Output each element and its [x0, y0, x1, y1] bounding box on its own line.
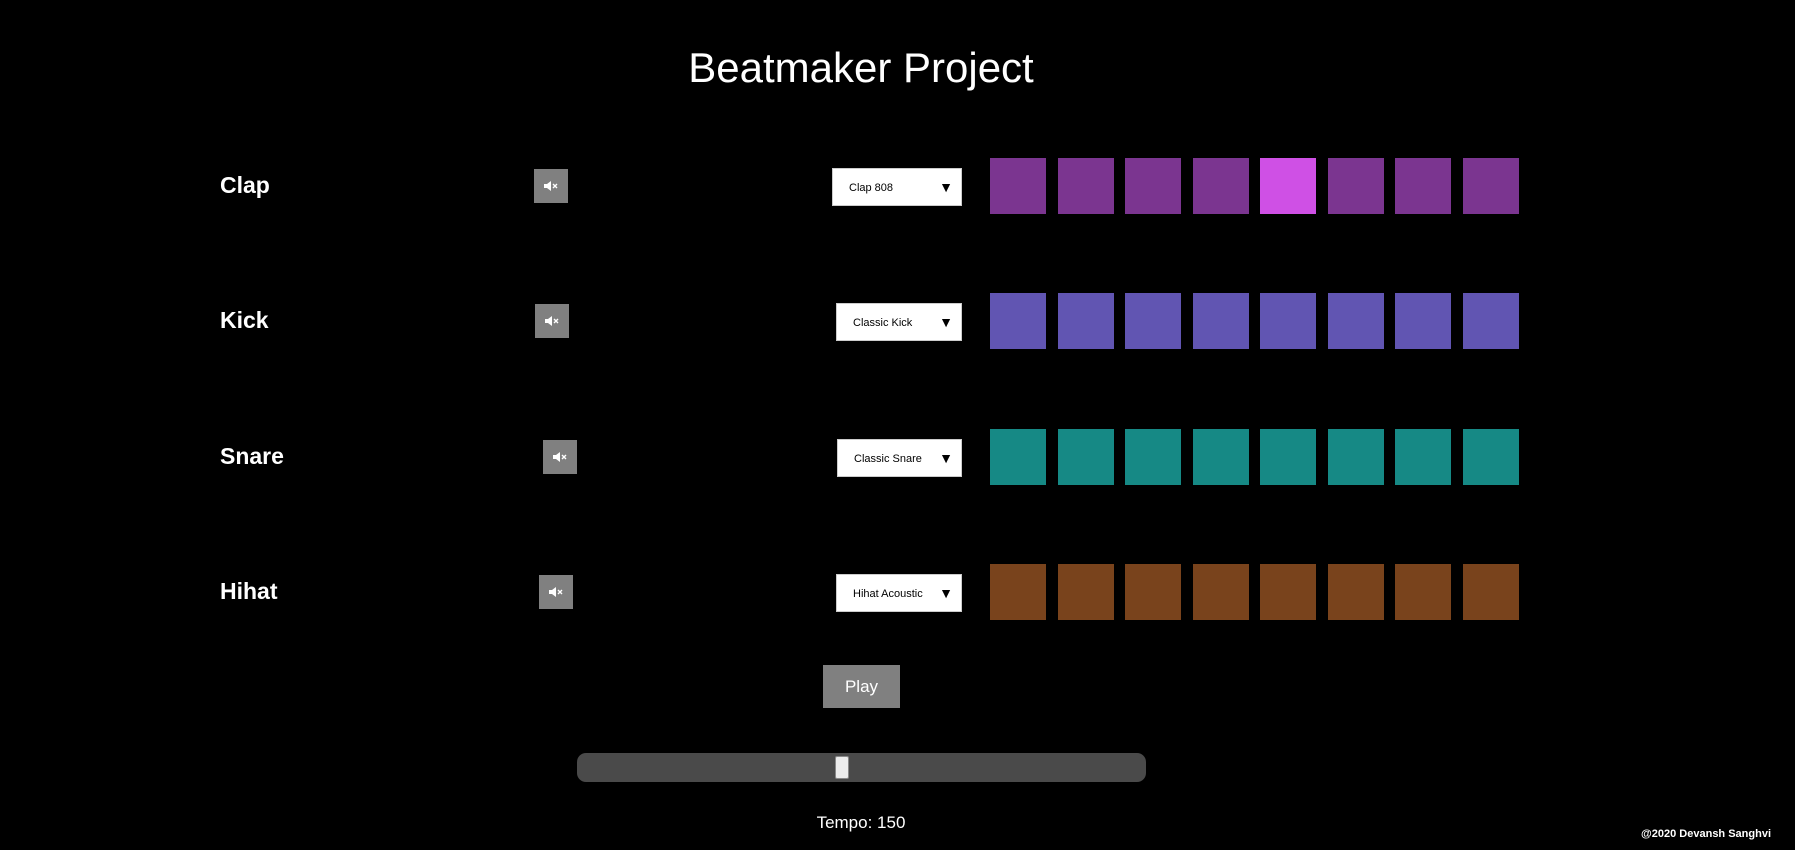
- mute-button[interactable]: [543, 440, 577, 474]
- track-row-clap: Clap Clap 808 ▼: [0, 158, 1795, 214]
- tempo-slider-thumb[interactable]: [835, 756, 849, 779]
- track-row-kick: Kick Classic Kick ▼: [0, 293, 1795, 349]
- step-pad[interactable]: [990, 429, 1046, 485]
- track-name: Clap: [220, 172, 270, 198]
- play-button[interactable]: Play: [823, 665, 900, 708]
- tempo-label: Tempo:: [816, 813, 873, 832]
- sound-select-value: Classic Snare: [854, 453, 922, 465]
- step-pad[interactable]: [1193, 293, 1249, 349]
- page-title: Beatmaker Project: [688, 44, 1034, 91]
- chevron-down-icon: ▼: [939, 314, 953, 330]
- mute-button[interactable]: [539, 575, 573, 609]
- mute-speaker-icon: [549, 586, 563, 598]
- step-pad[interactable]: [990, 564, 1046, 620]
- step-pad[interactable]: [1125, 564, 1181, 620]
- step-pad[interactable]: [1193, 158, 1249, 214]
- step-pad[interactable]: [1463, 158, 1519, 214]
- mute-speaker-icon: [553, 451, 567, 463]
- track-name: Kick: [220, 307, 269, 333]
- track-name: Hihat: [220, 578, 278, 604]
- step-pad[interactable]: [1125, 158, 1181, 214]
- mute-speaker-icon: [545, 315, 559, 327]
- step-pad[interactable]: [1058, 429, 1114, 485]
- step-pad[interactable]: [1395, 429, 1451, 485]
- step-pad[interactable]: [1328, 429, 1384, 485]
- step-pad[interactable]: [1395, 564, 1451, 620]
- sound-select-value: Classic Kick: [853, 317, 913, 329]
- sound-select-value: Hihat Acoustic: [853, 588, 923, 600]
- chevron-down-icon: ▼: [939, 585, 953, 601]
- step-pad[interactable]: [1125, 293, 1181, 349]
- step-pad[interactable]: [1260, 158, 1316, 214]
- step-pad[interactable]: [1058, 158, 1114, 214]
- step-pad[interactable]: [1463, 293, 1519, 349]
- track-row-snare: Snare Classic Snare ▼: [0, 429, 1795, 485]
- step-pad[interactable]: [1395, 158, 1451, 214]
- step-pad[interactable]: [1058, 564, 1114, 620]
- sound-select[interactable]: Classic Kick ▼: [836, 303, 962, 341]
- step-pad[interactable]: [990, 158, 1046, 214]
- step-pad[interactable]: [1260, 429, 1316, 485]
- track-name: Snare: [220, 443, 284, 469]
- step-pad[interactable]: [1395, 293, 1451, 349]
- sound-select[interactable]: Classic Snare ▼: [837, 439, 962, 477]
- beatmaker-page: Beatmaker Project Clap Clap 808 ▼ Kick C…: [0, 0, 1795, 850]
- step-pad[interactable]: [1463, 564, 1519, 620]
- step-pad[interactable]: [1328, 293, 1384, 349]
- mute-button[interactable]: [535, 304, 569, 338]
- step-pad[interactable]: [1328, 158, 1384, 214]
- sound-select[interactable]: Clap 808 ▼: [832, 168, 962, 206]
- sound-select-value: Clap 808: [849, 182, 894, 194]
- step-pad[interactable]: [1125, 429, 1181, 485]
- tempo-slider[interactable]: [577, 753, 1146, 782]
- mute-button[interactable]: [534, 169, 568, 203]
- step-pad[interactable]: [1193, 429, 1249, 485]
- sound-select[interactable]: Hihat Acoustic ▼: [836, 574, 962, 612]
- step-pad[interactable]: [1328, 564, 1384, 620]
- footer-credit: @2020 Devansh Sanghvi: [1641, 828, 1771, 840]
- step-pad[interactable]: [1058, 293, 1114, 349]
- chevron-down-icon: ▼: [939, 450, 953, 466]
- step-pad[interactable]: [1193, 564, 1249, 620]
- mute-speaker-icon: [544, 180, 558, 192]
- step-pad[interactable]: [990, 293, 1046, 349]
- tempo-value: 150: [877, 813, 906, 832]
- chevron-down-icon: ▼: [939, 179, 953, 195]
- step-pad[interactable]: [1260, 293, 1316, 349]
- track-row-hihat: Hihat Hihat Acoustic ▼: [0, 564, 1795, 620]
- step-pad[interactable]: [1463, 429, 1519, 485]
- step-pad[interactable]: [1260, 564, 1316, 620]
- tempo-readout: Tempo: 150: [0, 813, 1722, 833]
